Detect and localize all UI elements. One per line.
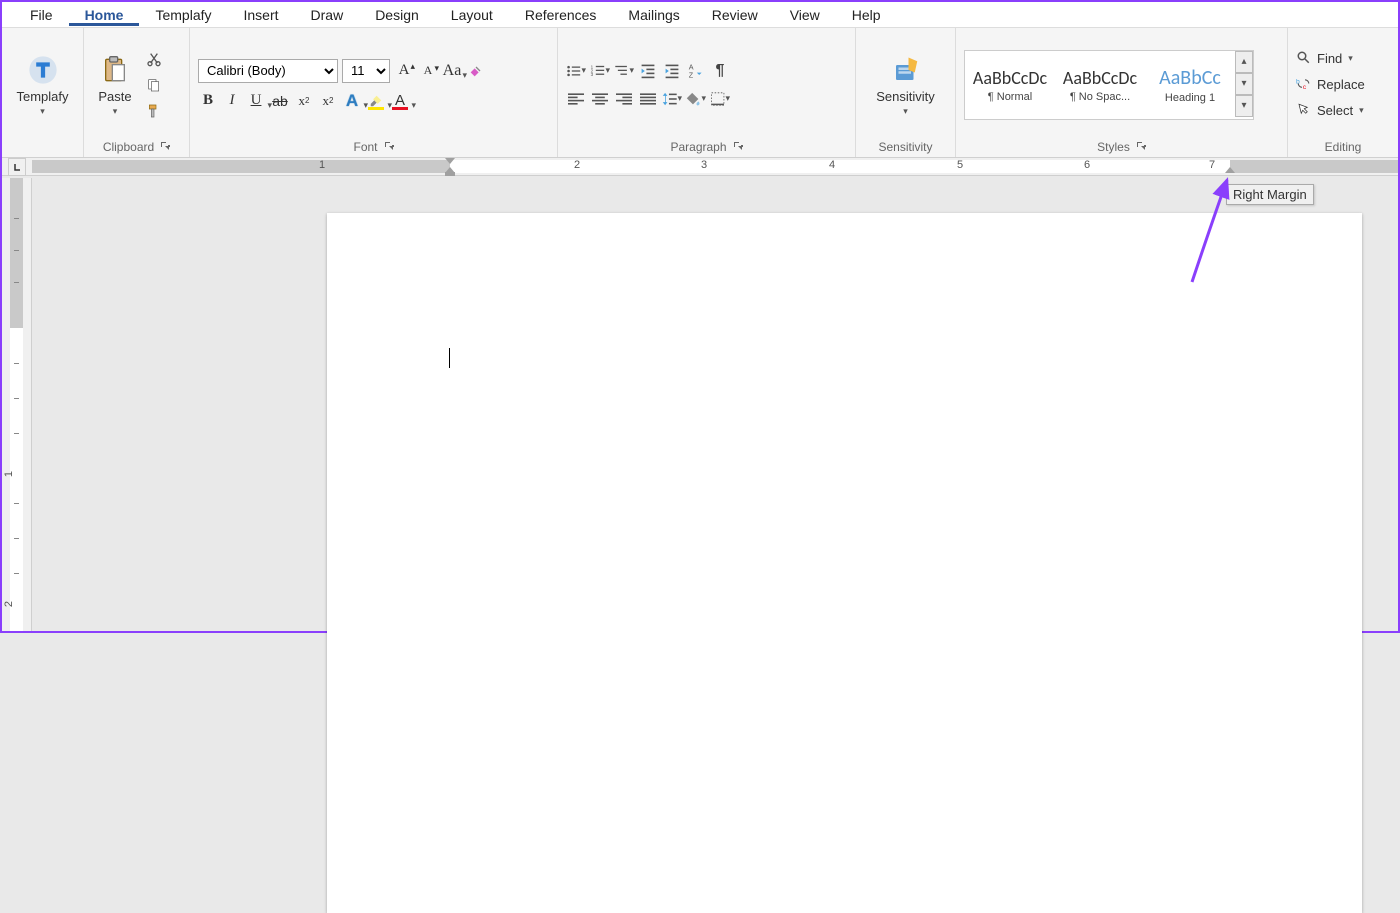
menu-templafy[interactable]: Templafy [139, 4, 227, 26]
menu-mailings[interactable]: Mailings [612, 4, 695, 26]
clear-formatting-button[interactable] [466, 61, 486, 81]
svg-text:c: c [1303, 83, 1307, 90]
menu-insert[interactable]: Insert [228, 4, 295, 26]
ribbon: Templafy ▾ Paste ▾ Clipboard [2, 28, 1398, 158]
strikethrough-button[interactable]: ab [270, 91, 290, 111]
bullets-button[interactable]: ▾ [566, 61, 586, 81]
highlight-button[interactable]: ▾ [366, 91, 386, 111]
left-indent[interactable] [445, 172, 455, 176]
clipboard-label: Clipboard [103, 140, 154, 154]
style-heading-1[interactable]: AaBbCc Heading 1 [1145, 51, 1235, 119]
bold-button[interactable]: B [198, 91, 218, 111]
cut-button[interactable] [144, 49, 164, 69]
menu-layout[interactable]: Layout [435, 4, 509, 26]
chevron-down-icon: ▾ [903, 106, 908, 117]
first-line-indent[interactable] [445, 158, 455, 164]
sensitivity-button[interactable]: Sensitivity ▾ [870, 51, 941, 119]
templafy-label: Templafy [16, 89, 68, 104]
font-color-button[interactable]: A▾ [390, 91, 410, 111]
search-icon [1296, 50, 1311, 68]
italic-button[interactable]: I [222, 91, 242, 111]
clipboard-launcher[interactable] [160, 141, 170, 153]
menu-references[interactable]: References [509, 4, 613, 26]
font-name-select[interactable]: Calibri (Body) [198, 59, 338, 83]
increase-indent-button[interactable] [662, 61, 682, 81]
change-case-button[interactable]: Aa▾ [442, 61, 462, 81]
styles-launcher[interactable] [1136, 141, 1146, 153]
paste-icon [98, 53, 132, 87]
show-marks-button[interactable]: ¶ [710, 61, 730, 81]
chevron-down-icon: ▾ [113, 106, 118, 117]
sensitivity-icon [889, 53, 923, 87]
group-font: Calibri (Body) 11 A▴ A▾ Aa▾ B I U▾ ab x2… [190, 28, 558, 157]
templafy-button[interactable]: Templafy ▾ [10, 51, 74, 119]
sensitivity-label: Sensitivity [878, 140, 932, 154]
style-no-spacing[interactable]: AaBbCcDc ¶ No Spac... [1055, 51, 1145, 119]
cursor-icon [1296, 102, 1311, 120]
format-painter-button[interactable] [144, 101, 164, 121]
menu-review[interactable]: Review [696, 4, 774, 26]
text-cursor [449, 348, 450, 368]
styles-scroll-up[interactable]: ▴ [1235, 51, 1253, 73]
sensitivity-btn-label: Sensitivity [876, 89, 935, 104]
font-group-label: Font [353, 140, 377, 154]
decrease-indent-button[interactable] [638, 61, 658, 81]
justify-button[interactable] [638, 89, 658, 109]
grow-font-button[interactable]: A▴ [394, 61, 414, 81]
group-clipboard: Paste ▾ Clipboard [84, 28, 190, 157]
svg-text:Z: Z [689, 70, 694, 79]
paste-button[interactable]: Paste ▾ [92, 51, 138, 119]
font-launcher[interactable] [384, 141, 394, 153]
group-sensitivity: Sensitivity ▾ Sensitivity [856, 28, 956, 157]
copy-button[interactable] [144, 75, 164, 95]
text-effects-button[interactable]: A▾ [342, 91, 362, 111]
menu-draw[interactable]: Draw [295, 4, 360, 26]
menu-home[interactable]: Home [69, 4, 140, 26]
align-right-button[interactable] [614, 89, 634, 109]
paste-label: Paste [98, 89, 131, 104]
subscript-button[interactable]: x2 [294, 91, 314, 111]
menu-design[interactable]: Design [359, 4, 435, 26]
styles-label: Styles [1097, 140, 1130, 154]
menu-help[interactable]: Help [836, 4, 897, 26]
underline-button[interactable]: U▾ [246, 91, 266, 111]
shading-button[interactable]: ▾ [686, 89, 706, 109]
group-paragraph: ▾ 123▾ ▾ AZ ¶ ▾ ▾ ▾ [558, 28, 856, 157]
annotation-arrow [1182, 172, 1242, 292]
group-templafy: Templafy ▾ [2, 28, 84, 157]
replace-icon: bc [1296, 76, 1311, 94]
menu-view[interactable]: View [774, 4, 836, 26]
superscript-button[interactable]: x2 [318, 91, 338, 111]
menu-bar: File Home Templafy Insert Draw Design La… [2, 2, 1398, 28]
font-size-select[interactable]: 11 [342, 59, 390, 83]
sort-button[interactable]: AZ [686, 61, 706, 81]
borders-button[interactable]: ▾ [710, 89, 730, 109]
numbering-button[interactable]: 123▾ [590, 61, 610, 81]
menu-file[interactable]: File [14, 4, 69, 26]
group-editing: Find▾ bc Replace Select▾ Editing [1288, 28, 1398, 157]
editing-label: Editing [1325, 140, 1362, 154]
vertical-ruler[interactable]: 1 2 [2, 178, 32, 631]
styles-scroll-down[interactable]: ▾ [1235, 73, 1253, 95]
select-button[interactable]: Select▾ [1296, 100, 1365, 122]
styles-expand[interactable]: ▾ [1235, 95, 1253, 117]
chevron-down-icon: ▾ [40, 106, 45, 117]
shrink-font-button[interactable]: A▾ [418, 61, 438, 81]
align-left-button[interactable] [566, 89, 586, 109]
paragraph-launcher[interactable] [733, 141, 743, 153]
find-button[interactable]: Find▾ [1296, 48, 1365, 70]
document-page[interactable] [327, 213, 1362, 913]
align-center-button[interactable] [590, 89, 610, 109]
templafy-icon [26, 53, 60, 87]
multilevel-list-button[interactable]: ▾ [614, 61, 634, 81]
replace-button[interactable]: bc Replace [1296, 74, 1365, 96]
paragraph-label: Paragraph [670, 140, 726, 154]
line-spacing-button[interactable]: ▾ [662, 89, 682, 109]
svg-text:3: 3 [591, 72, 594, 77]
style-normal[interactable]: AaBbCcDc ¶ Normal [965, 51, 1055, 119]
group-styles: AaBbCcDc ¶ Normal AaBbCcDc ¶ No Spac... … [956, 28, 1288, 157]
